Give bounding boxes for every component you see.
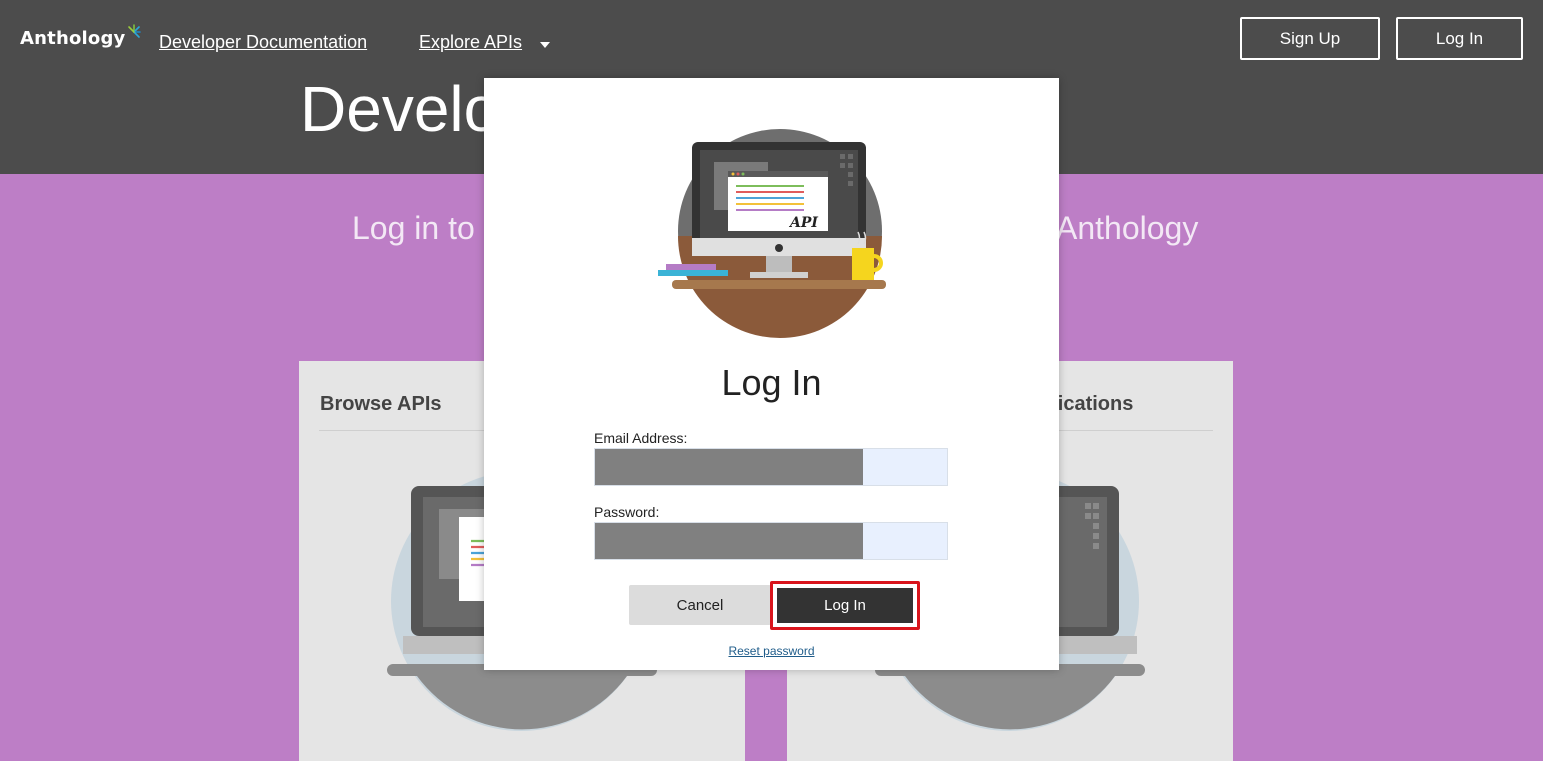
header-log-in-button[interactable]: Log In <box>1396 17 1523 60</box>
cancel-button[interactable]: Cancel <box>629 585 771 625</box>
password-field-wrapper[interactable] <box>594 522 948 560</box>
modal-title: Log In <box>721 362 822 403</box>
reset-password-link[interactable]: Reset password <box>484 644 1059 658</box>
hero-subtitle-left: Log in to r <box>352 210 495 246</box>
hero-subtitle-right: Anthology <box>1056 210 1199 246</box>
page-title: Develo <box>300 73 500 145</box>
login-modal: API Log In Email Address: Password: Canc… <box>484 78 1059 670</box>
logo-text: Anthology <box>20 28 126 49</box>
log-in-button[interactable]: Log In <box>777 588 913 623</box>
anthology-logo[interactable]: Anthology <box>20 24 141 49</box>
logo-sparkle-icon <box>127 24 141 38</box>
email-field-wrapper[interactable] <box>594 448 948 486</box>
api-computer-illustration-icon: API <box>658 129 886 338</box>
card-title: Browse APIs <box>320 393 442 415</box>
nav-developer-documentation[interactable]: Developer Documentation <box>159 32 367 53</box>
illustration-api-label: API <box>788 215 818 231</box>
email-field[interactable] <box>595 449 947 485</box>
nav-explore-apis[interactable]: Explore APIs <box>419 32 522 53</box>
sign-up-button[interactable]: Sign Up <box>1240 17 1380 60</box>
chevron-down-icon[interactable] <box>540 42 550 48</box>
password-label: Password: <box>594 504 660 520</box>
password-field[interactable] <box>595 523 947 559</box>
log-in-button-highlight: Log In <box>770 581 920 630</box>
email-label: Email Address: <box>594 430 688 446</box>
